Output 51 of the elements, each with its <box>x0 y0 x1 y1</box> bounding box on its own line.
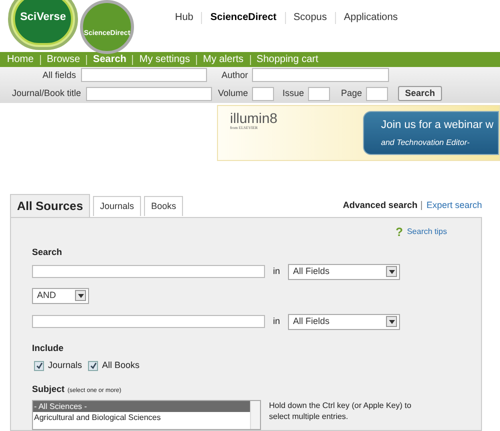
source-tab[interactable]: Books <box>144 196 184 216</box>
dropdown[interactable]: All Fields <box>288 314 400 330</box>
caret-icon <box>386 316 398 327</box>
search-button[interactable]: Search <box>398 86 442 102</box>
field-label: Volume <box>216 87 249 100</box>
caret-icon <box>386 266 398 277</box>
sciverse-logo[interactable]: SciVerse <box>8 0 78 50</box>
in-label: in <box>273 264 280 278</box>
input-field[interactable] <box>32 265 265 278</box>
input-field[interactable] <box>86 86 212 101</box>
subject-option[interactable]: - All Sciences - <box>33 401 250 412</box>
field-label: All fields <box>41 68 77 82</box>
source-tab[interactable]: All Sources <box>10 194 90 217</box>
checkbox[interactable] <box>88 360 98 371</box>
section-label: Include <box>32 342 65 354</box>
field-label: Page <box>340 87 363 100</box>
top-nav-link[interactable]: Hub <box>175 10 194 25</box>
help-icon: ? <box>396 226 403 238</box>
logo-text: SciVerse <box>20 10 66 25</box>
caret-icon <box>75 290 86 301</box>
input-field[interactable] <box>81 68 207 82</box>
search-mode-link[interactable]: Expert search <box>426 198 482 212</box>
input-field[interactable] <box>252 68 389 82</box>
banner-brand: illumin8 <box>230 110 278 125</box>
checkbox-label: All Books <box>102 359 140 372</box>
input-field[interactable] <box>308 86 330 101</box>
section-label: Search <box>32 246 64 259</box>
top-nav-link[interactable]: Applications <box>344 10 398 25</box>
source-tab[interactable]: Journals <box>93 196 142 216</box>
section-label: Subject <box>32 382 65 396</box>
scrollbar[interactable] <box>250 401 260 429</box>
search-mode-link[interactable]: Advanced search <box>342 198 418 212</box>
top-nav-link[interactable]: Scopus <box>294 10 327 25</box>
subject-option[interactable]: Agricultural and Biological Sciences <box>33 412 250 423</box>
field-label: Author <box>220 68 249 82</box>
checkbox[interactable] <box>34 360 44 371</box>
help-text: Hold down the Ctrl key (or Apple Key) to select multiple entries. <box>269 400 412 422</box>
banner-subline: and Technovation Editor- <box>381 136 471 149</box>
top-nav-link[interactable]: ScienceDirect <box>210 10 277 25</box>
input-field[interactable] <box>366 86 388 101</box>
banner-headline: Join us for a webinar w <box>381 118 494 134</box>
dropdown[interactable]: All Fields <box>288 264 400 280</box>
field-label: Journal/Book title <box>10 87 82 100</box>
subject-list[interactable]: - All Sciences - Agricultural and Biological Sciences <box>32 400 261 430</box>
checkbox-label: Journals <box>48 359 82 372</box>
field-label: Issue <box>281 87 305 100</box>
input-field[interactable] <box>252 86 274 101</box>
dropdown[interactable]: AND <box>32 288 89 304</box>
input-field[interactable] <box>32 315 265 328</box>
in-label: in <box>273 314 280 328</box>
search-tips-link[interactable]: Search tips <box>406 226 447 238</box>
